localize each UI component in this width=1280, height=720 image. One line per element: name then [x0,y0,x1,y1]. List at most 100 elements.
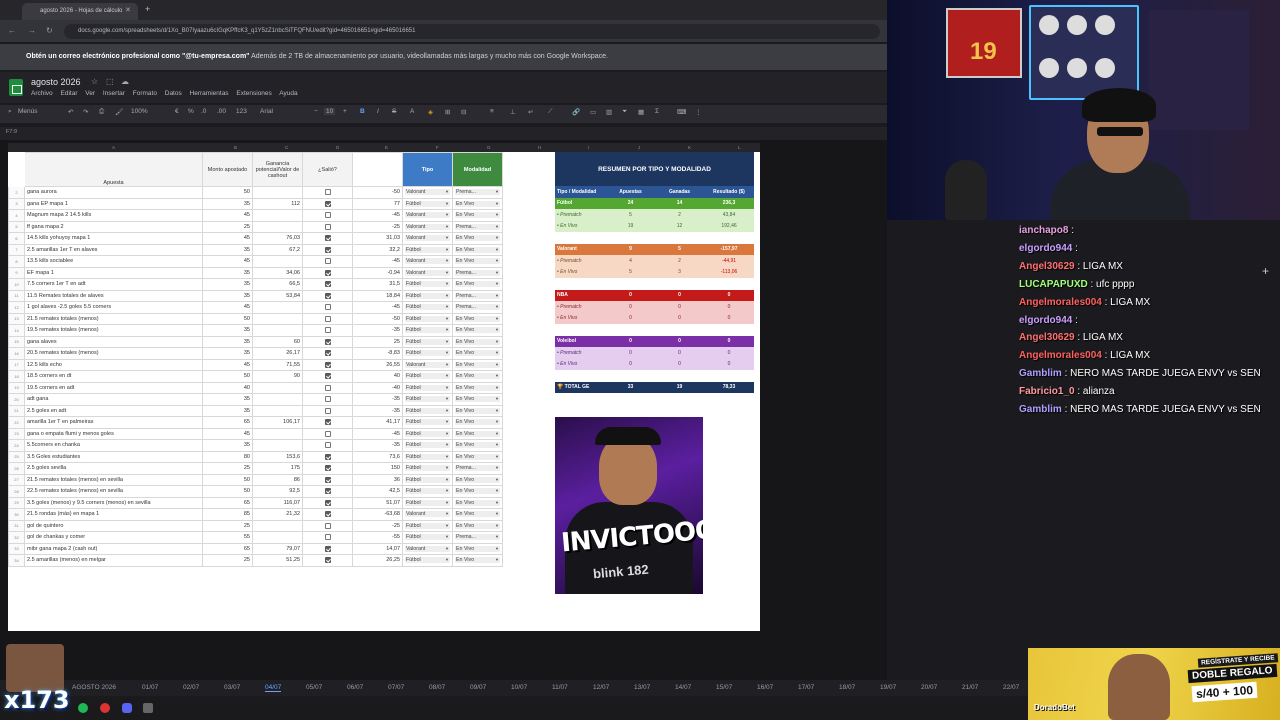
dropdown-chip[interactable]: Prema... ▼ [455,189,500,196]
bet-result[interactable]: 31,5 [352,278,403,291]
modalidad-dropdown[interactable]: En Vivo ▼ [452,496,503,509]
bet-result[interactable]: 25 [352,335,403,348]
modalidad-dropdown[interactable]: En Vivo ▼ [452,278,503,291]
dropdown-chip[interactable]: Fútbol ▼ [405,384,450,391]
bet-payout[interactable] [252,255,303,268]
checkbox[interactable] [324,499,331,506]
sheet-tab[interactable]: 02/07 [183,684,199,691]
modalidad-dropdown[interactable]: En Vivo ▼ [452,416,503,429]
checkbox[interactable] [324,453,331,460]
bet-amount[interactable]: 35 [202,289,253,302]
bet-payout[interactable]: 175 [252,462,303,475]
tipo-dropdown[interactable]: Fútbol ▼ [402,427,453,440]
bet-payout[interactable] [252,220,303,233]
sheet-tab[interactable]: 13/07 [634,684,650,691]
bet-payout[interactable]: 79,07 [252,542,303,555]
bet-description[interactable]: 21.5 rondas (más) en mapa 1 [24,508,203,521]
bet-description[interactable]: Magnum mapa 2 14.5 kills [24,209,203,222]
bet-amount[interactable]: 45 [202,358,253,371]
checkbox[interactable] [324,304,331,311]
dropdown-chip[interactable]: Fútbol ▼ [405,327,450,334]
dropdown-chip[interactable]: En Vivo ▼ [455,246,500,253]
tipo-dropdown[interactable]: Valorant ▼ [402,266,453,279]
insert-chart-icon[interactable]: ▥ [606,108,612,116]
checkbox[interactable] [324,281,331,288]
won-checkbox-cell[interactable] [302,496,353,509]
dropdown-chip[interactable]: Fútbol ▼ [405,534,450,541]
tipo-dropdown[interactable]: Valorant ▼ [402,358,453,371]
tipo-dropdown[interactable]: Valorant ▼ [402,508,453,521]
bet-payout[interactable]: 66,5 [252,278,303,291]
bet-payout[interactable]: 60 [252,335,303,348]
tipo-dropdown[interactable]: Valorant ▼ [402,542,453,555]
forward-icon[interactable]: → [28,26,36,35]
checkbox[interactable] [324,223,331,230]
won-checkbox-cell[interactable] [302,542,353,555]
filter-icon[interactable]: ⏷ [622,108,627,116]
bet-result[interactable]: -45 [352,301,403,314]
dropdown-chip[interactable]: En Vivo ▼ [455,453,500,460]
menu-insertar[interactable]: Insertar [103,90,125,97]
italic-icon[interactable]: I [377,108,379,115]
font-size-input[interactable]: 10 [324,108,336,115]
bet-payout[interactable]: 71,55 [252,358,303,371]
dropdown-chip[interactable]: Prema... ▼ [455,304,500,311]
bet-description[interactable]: 21.5 remates totales (menos) [24,312,203,325]
checkbox[interactable] [324,246,331,253]
app-icon[interactable] [143,703,153,713]
chat-username[interactable]: Gamblim [1019,368,1062,379]
sheet-tab[interactable]: 04/07 [265,684,282,692]
new-tab-icon[interactable]: + [145,4,150,14]
bet-result[interactable]: 73,6 [352,450,403,463]
bet-result[interactable]: 14,07 [352,542,403,555]
bet-result[interactable]: -63,68 [352,508,403,521]
sheet-tab[interactable]: 18/07 [839,684,855,691]
bet-description[interactable]: 12.5 kills echo [24,358,203,371]
bet-amount[interactable]: 25 [202,462,253,475]
checkbox[interactable] [324,488,331,495]
dropdown-chip[interactable]: En Vivo ▼ [455,212,500,219]
bet-payout[interactable] [252,381,303,394]
column-header[interactable]: B [234,145,237,150]
modalidad-dropdown[interactable]: Prema... ▼ [452,301,503,314]
won-checkbox-cell[interactable] [302,531,353,544]
bet-payout[interactable] [252,186,303,199]
menu-datos[interactable]: Datos [165,90,182,97]
dropdown-chip[interactable]: En Vivo ▼ [455,442,500,449]
menu-ver[interactable]: Ver [85,90,95,97]
won-checkbox-cell[interactable] [302,335,353,348]
tipo-dropdown[interactable]: Fútbol ▼ [402,197,453,210]
dropdown-chip[interactable]: Fútbol ▼ [405,373,450,380]
bet-payout[interactable]: 67,2 [252,243,303,256]
bet-result[interactable]: 36 [352,473,403,486]
menu-archivo[interactable]: Archivo [31,90,53,97]
menu-editar[interactable]: Editar [61,90,78,97]
insert-comment-icon[interactable]: ▭ [590,108,596,116]
column-header[interactable]: C [285,145,288,150]
checkbox[interactable] [324,419,331,426]
bet-result[interactable]: -45 [352,427,403,440]
dropdown-chip[interactable]: En Vivo ▼ [455,315,500,322]
tipo-dropdown[interactable]: Fútbol ▼ [402,243,453,256]
menu-herramientas[interactable]: Herramientas [190,90,229,97]
dropdown-chip[interactable]: Valorant ▼ [405,511,450,518]
checkbox[interactable] [324,384,331,391]
bet-description[interactable]: 21.5 remates totales (menos) en sevilla [24,473,203,486]
dropdown-chip[interactable]: En Vivo ▼ [455,338,500,345]
dropdown-chip[interactable]: Valorant ▼ [405,258,450,265]
sheet-tab[interactable]: 11/07 [552,684,568,691]
bet-result[interactable]: 150 [352,462,403,475]
bet-amount[interactable]: 85 [202,508,253,521]
dropdown-chip[interactable]: Fútbol ▼ [405,407,450,414]
bet-description[interactable]: 3.5 Goles estudiantes [24,450,203,463]
won-checkbox-cell[interactable] [302,278,353,291]
bet-result[interactable]: 51,07 [352,496,403,509]
bet-description[interactable]: 22.5 remates totales (menos) en sevilla [24,485,203,498]
modalidad-dropdown[interactable]: En Vivo ▼ [452,404,503,417]
chat-username[interactable]: Angel30629 [1019,261,1075,272]
dropdown-chip[interactable]: Valorant ▼ [405,269,450,276]
bet-description[interactable]: gana o empata flumi y menos goles [24,427,203,440]
tipo-dropdown[interactable]: Fútbol ▼ [402,416,453,429]
functions-icon[interactable]: Σ [655,108,659,115]
bet-payout[interactable]: 53,84 [252,289,303,302]
